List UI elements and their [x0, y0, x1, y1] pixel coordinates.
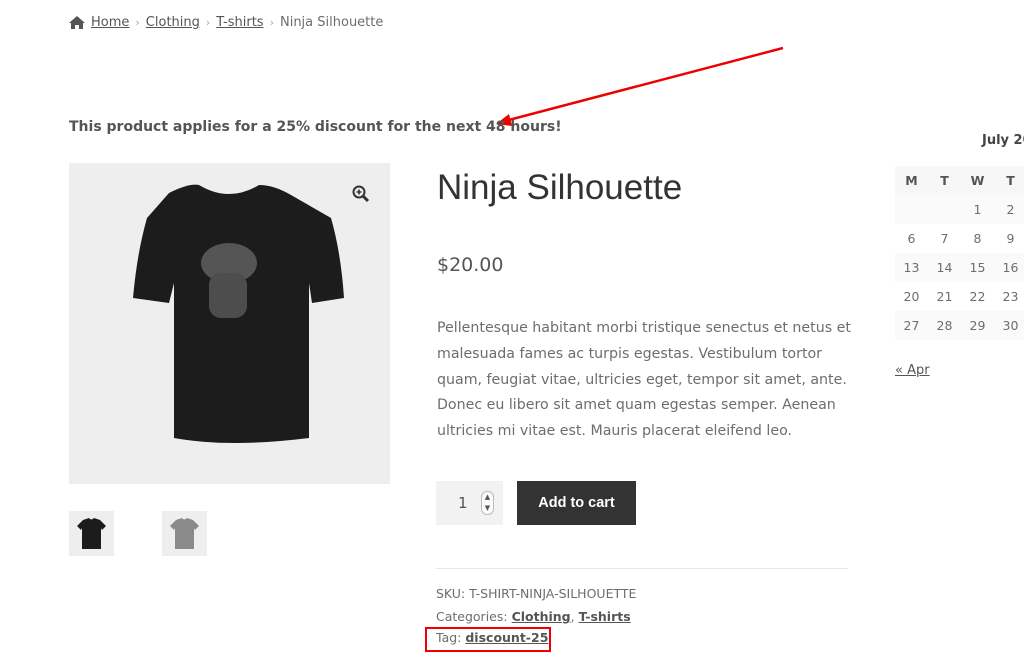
calendar: MTWT 12 6789 13 14 15 16 20 21 22 23 27 28 29 30	[895, 166, 1024, 340]
weekday: M	[895, 166, 928, 195]
category-clothing[interactable]: Clothing	[512, 609, 571, 624]
day: 13	[895, 253, 928, 282]
day: 8	[973, 231, 982, 246]
day: 9	[1006, 231, 1015, 246]
product-price: $20.00	[437, 254, 504, 276]
thumbnail-black[interactable]	[69, 511, 114, 556]
sku: SKU: T-SHIRT-NINJA-SILHOUETTE	[436, 586, 637, 601]
chevron-up-icon[interactable]: ▲	[482, 492, 493, 503]
thumbnail-gray[interactable]	[162, 511, 207, 556]
day: 21	[936, 289, 953, 304]
spinner[interactable]: ▲ ▼	[481, 491, 494, 515]
day	[928, 195, 961, 224]
tshirt-image	[133, 184, 344, 443]
day: 27	[895, 311, 928, 340]
zoom-in-icon[interactable]	[352, 185, 370, 203]
divider	[436, 568, 848, 569]
day: 28	[928, 311, 961, 340]
add-to-cart-button[interactable]: Add to cart	[517, 481, 636, 525]
day: 15	[961, 253, 994, 282]
day	[895, 195, 928, 224]
discount-notice: This product applies for a 25% discount …	[69, 119, 562, 135]
quantity-stepper[interactable]: 1 ▲ ▼	[436, 481, 503, 525]
category-tshirts[interactable]: T-shirts	[579, 609, 631, 624]
day: 6	[907, 231, 916, 246]
chevron-down-icon[interactable]: ▼	[482, 503, 493, 514]
product-main-image[interactable]	[69, 163, 390, 484]
weekday: T	[928, 166, 961, 195]
day: 30	[994, 311, 1024, 340]
categories: Categories: Clothing, T-shirts	[436, 609, 631, 624]
calendar-prev-link[interactable]: « Apr	[895, 363, 930, 378]
weekday: W	[961, 166, 994, 195]
day: 16	[994, 253, 1024, 282]
day: 23	[1002, 289, 1019, 304]
day: 14	[928, 253, 961, 282]
annotation-highlight-box	[425, 627, 551, 652]
day: 20	[903, 289, 920, 304]
day: 2	[994, 195, 1024, 224]
product-title: Ninja Silhouette	[437, 168, 683, 207]
day: 29	[961, 311, 994, 340]
day: 7	[940, 231, 949, 246]
quantity-value: 1	[458, 494, 468, 512]
weekday: T	[994, 166, 1024, 195]
calendar-caption: July 20	[982, 133, 1024, 148]
product-description: Pellentesque habitant morbi tristique se…	[437, 320, 851, 440]
day: 22	[969, 289, 986, 304]
day: 1	[961, 195, 994, 224]
